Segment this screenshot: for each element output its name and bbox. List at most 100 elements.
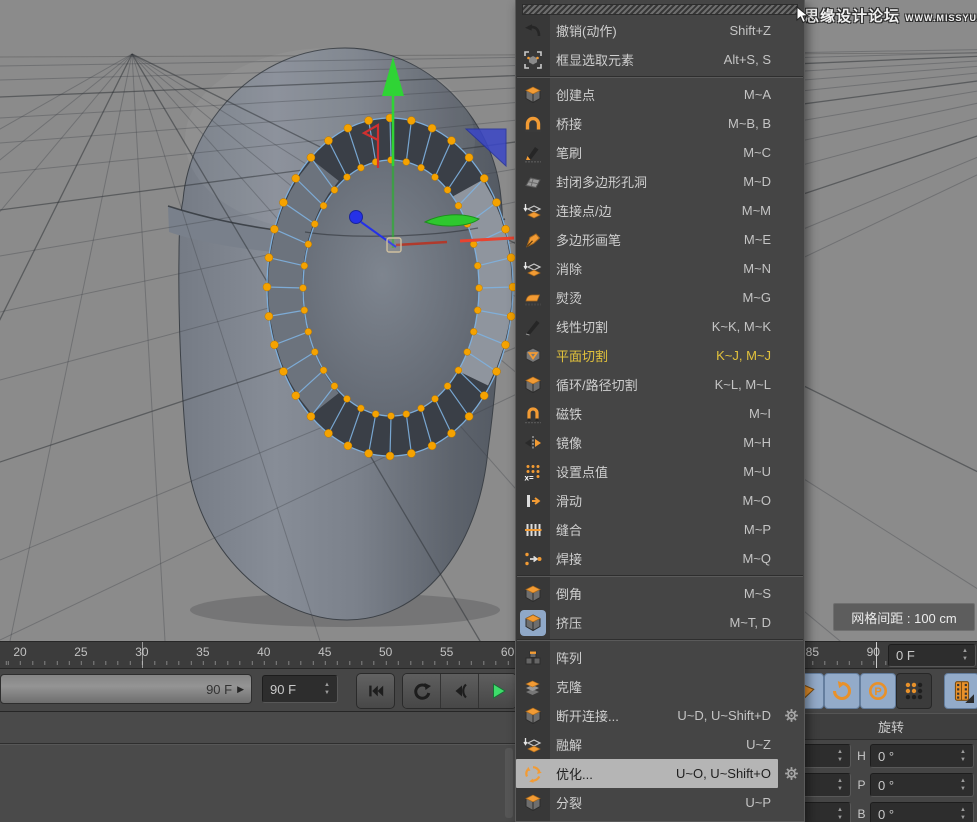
melt-icon <box>522 734 544 756</box>
extrude-icon <box>522 612 544 634</box>
menu-item-optimize[interactable]: 优化...U~O, U~Shift+O <box>516 759 804 788</box>
go-to-start-button[interactable] <box>356 673 395 709</box>
menu-item-dissolve[interactable]: 消除M~N <box>516 254 804 283</box>
field-spinner[interactable]: ▲▼ <box>960 807 966 821</box>
menu-item-brush[interactable]: 笔刷M~C <box>516 138 804 167</box>
line-cut-icon <box>522 316 544 338</box>
previous-frame-button[interactable] <box>441 674 479 708</box>
field-spinner[interactable]: ▲▼ <box>837 749 843 763</box>
ruler-frame-number: 55 <box>440 645 453 659</box>
play-forward-button[interactable] <box>479 674 516 708</box>
rotation-value-field[interactable]: 0 °▲▼ <box>870 744 974 768</box>
scrollbar-sliver[interactable] <box>505 748 513 818</box>
point-level-animation-button[interactable] <box>896 673 932 709</box>
menu-item-split[interactable]: 分裂U~P <box>516 788 804 817</box>
gizmo-origin-box[interactable] <box>387 238 401 252</box>
menu-item-melt[interactable]: 融解U~Z <box>516 730 804 759</box>
menu-item-close-hole[interactable]: 封闭多边形孔洞M~D <box>516 167 804 196</box>
end-frame-field[interactable]: 0 F ▲▼ <box>888 644 976 667</box>
menu-item-mirror[interactable]: 镜像M~H <box>516 428 804 457</box>
loop-playback-button[interactable] <box>403 674 441 708</box>
rotation-value-field[interactable]: 0 ° ▲▼ <box>870 802 974 822</box>
menu-item-stitch[interactable]: 缝合M~P <box>516 515 804 544</box>
z-axis-knob[interactable] <box>350 211 363 224</box>
bridge-icon <box>522 113 544 135</box>
field-spinner[interactable]: ▲▼ <box>837 807 843 821</box>
undo-icon <box>522 20 544 42</box>
menu-item-connect-edge[interactable]: 连接点/边M~M <box>516 196 804 225</box>
split-icon <box>522 792 544 814</box>
timeline-ruler[interactable]: 2025303540455055608590 0 F ▲▼ <box>0 641 977 669</box>
clone-icon <box>522 676 544 698</box>
watermark: 思缘设计论坛WWW.MISSYUAN.COM <box>804 5 977 26</box>
rotation-panel-title: 旋转 <box>805 713 977 740</box>
weld-icon <box>522 548 544 570</box>
menu-item-iron[interactable]: 熨烫M~G <box>516 283 804 312</box>
field-spinner[interactable]: ▲▼ <box>837 778 843 792</box>
stitch-icon <box>522 519 544 541</box>
menu-item-undo[interactable]: 撤销(动作)Shift+Z <box>516 16 804 45</box>
timeline-range-slider[interactable]: 90 F ▶ <box>0 674 252 704</box>
menu-item-weld[interactable]: 焊接M~Q <box>516 544 804 573</box>
gear-icon[interactable] <box>783 765 800 782</box>
menu-item-bridge[interactable]: 桥接M~B, B <box>516 109 804 138</box>
field-spinner[interactable]: ▲▼ <box>960 749 966 763</box>
menu-item-label: 桥接 <box>556 114 582 133</box>
rotation-value: 0 ° <box>878 778 894 793</box>
rotation-value-field[interactable]: 0 ° ▲▼ <box>870 773 974 797</box>
menu-item-shortcut: M~E <box>744 232 771 247</box>
rotation-row-p: ▲▼ P 0 ° ▲▼ <box>805 772 977 798</box>
menu-item-clone[interactable]: 克隆 <box>516 672 804 701</box>
ruler-frame-number: 50 <box>379 645 392 659</box>
gear-icon[interactable] <box>783 707 800 724</box>
autokeying-button[interactable] <box>944 673 977 709</box>
field-spinner[interactable]: ▲▼ <box>960 778 966 792</box>
menu-item-label: 连接点/边 <box>556 201 612 220</box>
current-frame-marker[interactable] <box>876 642 877 668</box>
menu-item-plane-cut[interactable]: 平面切割K~J, M~J <box>516 341 804 370</box>
viewport-3d[interactable]: 思缘设计论坛WWW.MISSYUAN.COM 网格间距 : 100 cm <box>0 0 977 641</box>
menu-item-shortcut: U~P <box>745 795 771 810</box>
menu-item-shortcut: M~N <box>743 261 771 276</box>
rotation-value: 0 ° <box>878 807 894 822</box>
menu-item-shortcut: Shift+Z <box>729 23 771 38</box>
preview-range-marker[interactable] <box>142 642 143 668</box>
menu-item-create-point[interactable]: 创建点M~A <box>516 80 804 109</box>
menu-item-extrude[interactable]: 挤压M~T, D <box>516 608 804 637</box>
record-rotation-icon <box>831 680 853 702</box>
menu-item-disconnect[interactable]: 断开连接...U~D, U~Shift+D <box>516 701 804 730</box>
current-frame-spinner[interactable]: ▲▼ <box>324 682 330 696</box>
menu-tearoff-handle[interactable] <box>522 4 798 15</box>
ruler-frame-number: 25 <box>74 645 87 659</box>
axis-label: P <box>854 773 869 797</box>
current-frame-field[interactable]: 90 F ▲▼ <box>262 675 338 703</box>
menu-item-label: 倒角 <box>556 584 582 603</box>
menu-item-label: 框显选取元素 <box>556 50 634 69</box>
menu-item-array[interactable]: 阵列 <box>516 643 804 672</box>
record-rotation-button[interactable] <box>824 673 860 709</box>
record-parameter-button[interactable]: P <box>860 673 896 709</box>
menu-item-set-point-value[interactable]: 设置点值M~U <box>516 457 804 486</box>
menu-item-poly-pen[interactable]: 多边形画笔M~E <box>516 225 804 254</box>
menu-item-label: 镜像 <box>556 433 582 452</box>
menu-item-line-cut[interactable]: 线性切割K~K, M~K <box>516 312 804 341</box>
menu-item-frame-select[interactable]: 框显选取元素Alt+S, S <box>516 45 804 74</box>
menu-item-magnet[interactable]: 磁铁M~I <box>516 399 804 428</box>
current-frame-value: 90 F <box>270 682 296 697</box>
menu-item-label: 线性切割 <box>556 317 608 336</box>
end-frame-spinner[interactable]: ▲▼ <box>962 648 968 662</box>
menu-item-label: 挤压 <box>556 613 582 632</box>
menu-item-label: 熨烫 <box>556 288 582 307</box>
menu-item-loop-cut[interactable]: 循环/路径切割K~L, M~L <box>516 370 804 399</box>
menu-item-label: 封闭多边形孔洞 <box>556 172 647 191</box>
menu-item-label: 优化... <box>556 764 593 783</box>
menu-item-slide[interactable]: 滑动M~O <box>516 486 804 515</box>
loop-cut-icon <box>522 374 544 396</box>
partial-value-field[interactable]: ▲▼ <box>804 744 851 768</box>
grid-spacing-badge: 网格间距 : 100 cm <box>833 603 975 631</box>
partial-value-field[interactable]: ▲▼ <box>804 802 851 822</box>
menu-item-bevel[interactable]: 倒角M~S <box>516 579 804 608</box>
viewport-canvas[interactable] <box>0 0 977 641</box>
record-parameter-icon: P <box>867 680 889 702</box>
partial-value-field[interactable]: ▲▼ <box>804 773 851 797</box>
